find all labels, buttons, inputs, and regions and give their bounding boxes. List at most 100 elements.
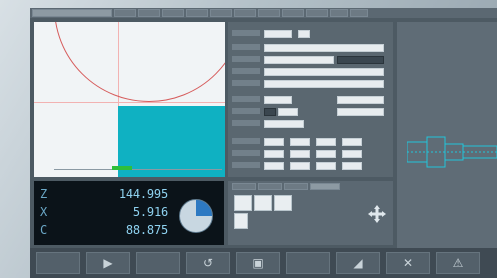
softkey-9[interactable]: ⚠ xyxy=(436,252,480,274)
simulation-view xyxy=(34,22,225,177)
field-label xyxy=(232,30,260,36)
field-label xyxy=(232,56,260,62)
form-row xyxy=(232,68,392,76)
tab-5[interactable] xyxy=(186,9,208,17)
field-label xyxy=(232,162,260,168)
softkey-3[interactable] xyxy=(136,252,180,274)
input-field[interactable] xyxy=(337,108,384,116)
input-field[interactable] xyxy=(316,138,336,146)
axis-readout: Z 144.995 X 5.916 C 88.875 xyxy=(34,181,224,245)
input-field[interactable] xyxy=(290,150,310,158)
input-field[interactable] xyxy=(264,80,384,88)
field-label xyxy=(232,96,260,102)
move-icon[interactable] xyxy=(368,205,386,223)
axis-letter: X xyxy=(40,205,48,219)
form-row xyxy=(232,138,392,146)
axis-row-z: Z 144.995 xyxy=(40,186,168,202)
form-row xyxy=(232,150,392,158)
parameter-form xyxy=(228,22,393,177)
part-drawing xyxy=(407,136,497,168)
form-row xyxy=(232,30,392,38)
field-label xyxy=(232,68,260,74)
tab-4[interactable] xyxy=(162,9,184,17)
tab-2[interactable] xyxy=(114,9,136,17)
softkey-5[interactable]: ▣ xyxy=(236,252,280,274)
form-row xyxy=(232,120,392,128)
softkey-7[interactable]: ◢ xyxy=(336,252,380,274)
window-icon: ▣ xyxy=(252,256,264,270)
grid-line xyxy=(34,102,225,103)
form-row xyxy=(232,96,392,104)
input-field[interactable] xyxy=(316,150,336,158)
softkey-4[interactable]: ↺ xyxy=(186,252,230,274)
progress-marker xyxy=(112,166,132,170)
tab-op-4[interactable] xyxy=(310,183,340,190)
tab-6[interactable] xyxy=(210,9,232,17)
axis-value: 5.916 xyxy=(132,205,168,219)
input-field[interactable] xyxy=(337,96,384,104)
operation-icon[interactable] xyxy=(254,195,272,211)
tab-12[interactable] xyxy=(350,9,368,17)
input-field[interactable] xyxy=(264,56,334,64)
softkey-8[interactable]: ✕ xyxy=(386,252,430,274)
input-field[interactable] xyxy=(264,120,304,128)
input-field[interactable] xyxy=(337,56,384,64)
field-label xyxy=(232,150,260,156)
softkey-bar: ▶ ↺ ▣ ◢ ✕ ⚠ xyxy=(30,248,497,278)
tab-8[interactable] xyxy=(258,9,280,17)
tool-path-arc xyxy=(54,22,225,102)
input-field[interactable] xyxy=(342,162,362,170)
input-field[interactable] xyxy=(298,30,310,38)
input-field[interactable] xyxy=(264,162,284,170)
tab-10[interactable] xyxy=(306,9,328,17)
tab-7[interactable] xyxy=(234,9,256,17)
tab-op-1[interactable] xyxy=(232,183,256,190)
operation-icon[interactable] xyxy=(234,213,248,229)
workpiece xyxy=(118,106,225,177)
operation-tabs xyxy=(232,183,340,190)
input-field[interactable] xyxy=(264,96,292,104)
input-field[interactable] xyxy=(342,150,362,158)
tab-op-3[interactable] xyxy=(284,183,308,190)
input-field[interactable] xyxy=(264,44,384,52)
operation-icon[interactable] xyxy=(234,195,252,211)
input-field[interactable] xyxy=(278,108,298,116)
input-field[interactable] xyxy=(342,138,362,146)
input-field[interactable] xyxy=(264,30,292,38)
baseline xyxy=(54,169,222,170)
form-row xyxy=(232,80,392,88)
cycle-icon: ↺ xyxy=(202,256,214,270)
input-field[interactable] xyxy=(290,138,310,146)
input-field[interactable] xyxy=(264,68,384,76)
spindle-gauge xyxy=(179,199,213,233)
field-label xyxy=(232,80,260,86)
tab-op-2[interactable] xyxy=(258,183,282,190)
control-screen: Z 144.995 X 5.916 C 88.875 xyxy=(30,8,497,248)
tab-9[interactable] xyxy=(282,9,304,17)
axis-row-x: X 5.916 xyxy=(40,204,168,220)
input-field[interactable] xyxy=(290,162,310,170)
softkey-6[interactable] xyxy=(286,252,330,274)
axis-letter: C xyxy=(40,223,48,237)
form-row xyxy=(232,56,392,64)
axis-row-c: C 88.875 xyxy=(40,222,168,238)
softkey-1[interactable] xyxy=(36,252,80,274)
input-field[interactable] xyxy=(264,150,284,158)
input-field[interactable] xyxy=(264,108,276,116)
axis-letter: Z xyxy=(40,187,48,201)
field-label xyxy=(232,120,260,126)
form-row xyxy=(232,108,392,116)
input-field[interactable] xyxy=(264,138,284,146)
softkey-2[interactable]: ▶ xyxy=(86,252,130,274)
top-tab-bar xyxy=(30,8,497,18)
tab-3[interactable] xyxy=(138,9,160,17)
tab-1[interactable] xyxy=(32,9,112,17)
play-icon: ▶ xyxy=(103,256,113,270)
input-field[interactable] xyxy=(316,162,336,170)
form-row xyxy=(232,162,392,170)
tab-11[interactable] xyxy=(330,9,348,17)
field-label xyxy=(232,108,260,114)
axis-value: 88.875 xyxy=(125,223,168,237)
mountain-icon: ◢ xyxy=(353,256,363,270)
operation-icon[interactable] xyxy=(274,195,292,211)
